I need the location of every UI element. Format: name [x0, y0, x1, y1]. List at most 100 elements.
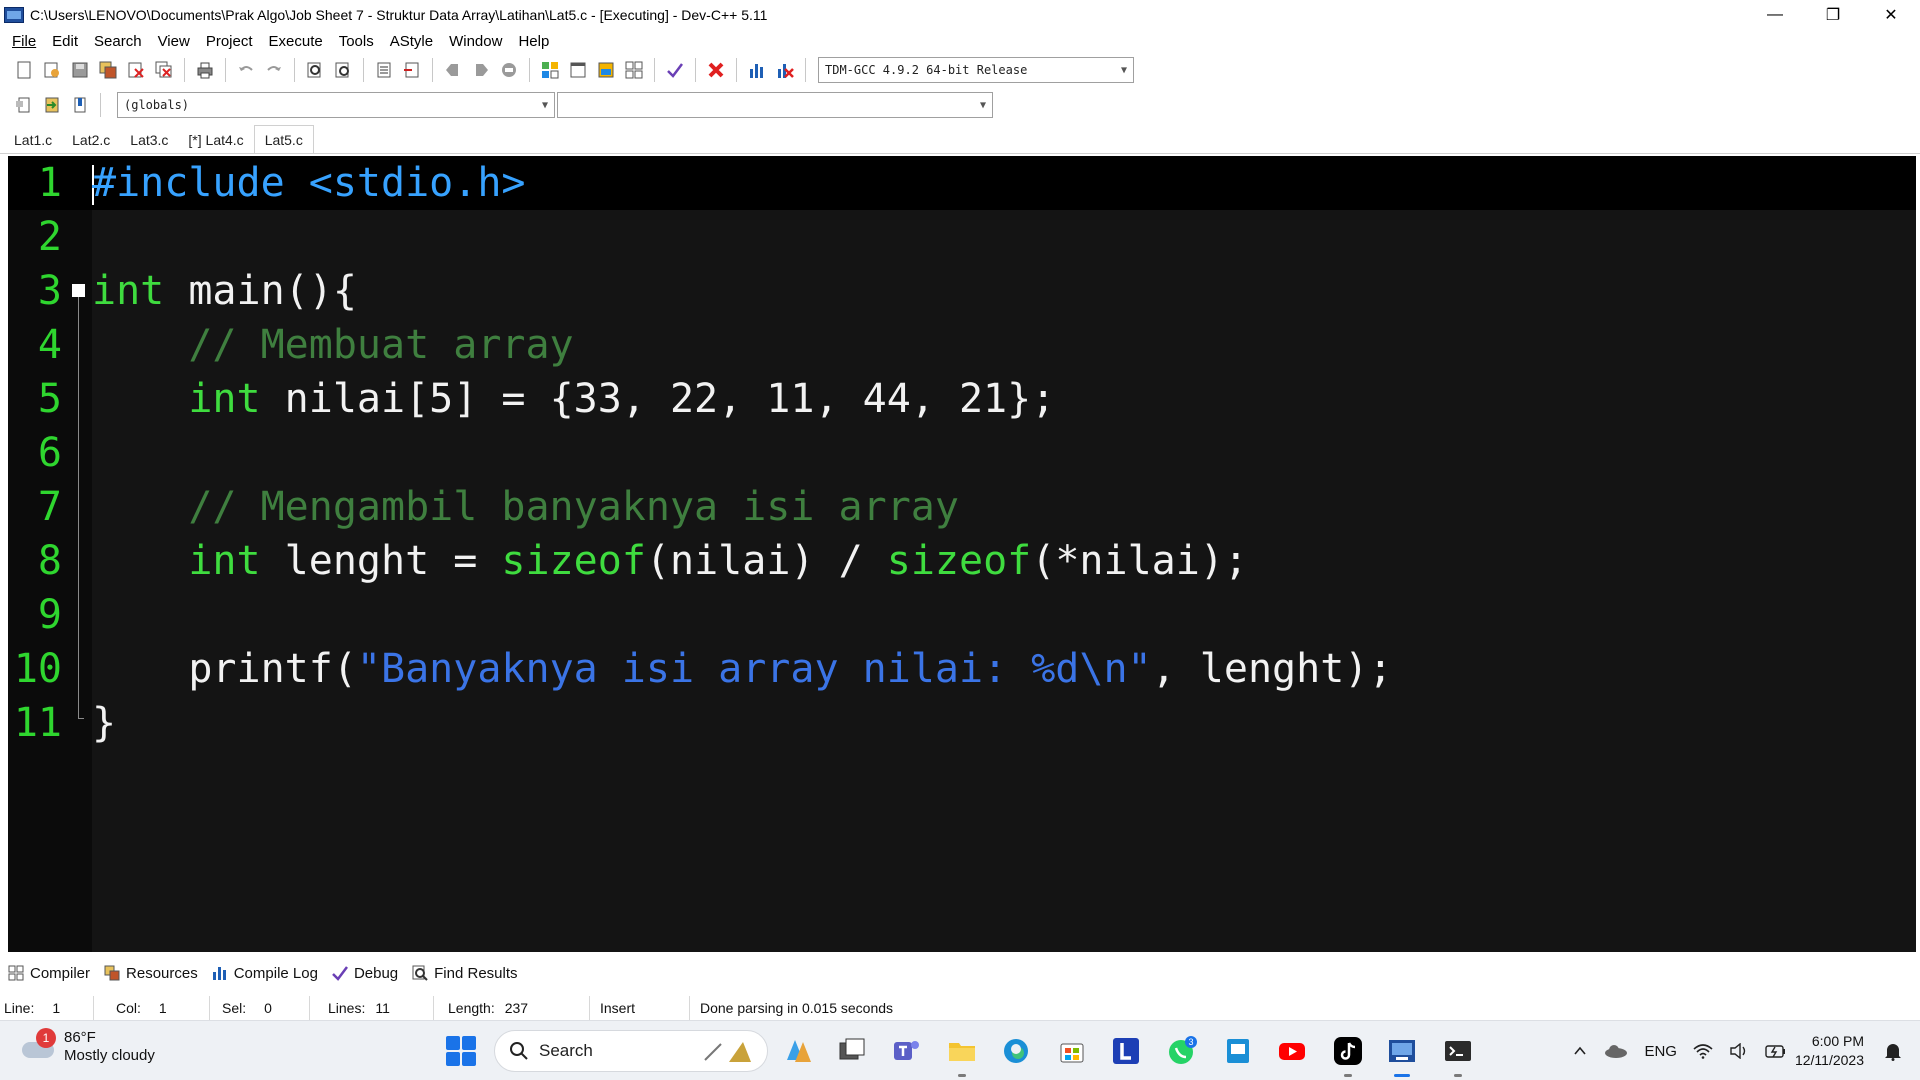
language-indicator[interactable]: ENG	[1644, 1043, 1677, 1060]
menu-astyle[interactable]: AStyle	[382, 33, 441, 50]
menu-edit[interactable]: Edit	[44, 33, 86, 50]
profile-button[interactable]	[745, 58, 769, 82]
tab-lat1[interactable]: Lat1.c	[4, 127, 62, 153]
tab-lat2[interactable]: Lat2.c	[62, 127, 120, 153]
toggle-comment-button[interactable]	[40, 93, 64, 117]
new-file-icon	[17, 61, 31, 79]
redo-button[interactable]	[262, 58, 286, 82]
code-line[interactable]: 5 int nilai[5] = {33, 22, 11, 44, 21};	[8, 372, 1916, 426]
toolbar-separator	[695, 58, 696, 82]
compiler-select[interactable]: TDM-GCC 4.9.2 64-bit Release ▼	[818, 57, 1134, 83]
bookmark-button[interactable]	[68, 93, 92, 117]
taskbar-clock[interactable]: 6:00 PM 12/11/2023	[1795, 1032, 1864, 1070]
code-line[interactable]: 9	[8, 588, 1916, 642]
save-all-button[interactable]	[96, 58, 120, 82]
bookmark-prev-button[interactable]	[441, 58, 465, 82]
find-button[interactable]	[303, 58, 327, 82]
tab-lat3[interactable]: Lat3.c	[120, 127, 178, 153]
start-button[interactable]	[446, 1036, 476, 1066]
tab-compile-log[interactable]: Compile Log	[212, 965, 318, 982]
minimize-button[interactable]: —	[1746, 0, 1804, 30]
taskbar-search[interactable]: Search	[494, 1030, 768, 1072]
code-line[interactable]: 4 // Membuat array	[8, 318, 1916, 372]
close-file-button[interactable]	[124, 58, 148, 82]
tab-find-results[interactable]: Find Results	[412, 965, 518, 982]
fold-toggle-icon[interactable]	[72, 284, 85, 297]
menu-search-label: Search	[94, 32, 142, 50]
replace-button[interactable]	[331, 58, 355, 82]
goto-line-button[interactable]	[497, 58, 521, 82]
code-line[interactable]: 7 // Mengambil banyaknya isi array	[8, 480, 1916, 534]
toolbar-layout-button[interactable]	[594, 58, 618, 82]
code-line[interactable]: 2	[8, 210, 1916, 264]
close-button[interactable]: ✕	[1862, 0, 1920, 30]
insert-button[interactable]	[12, 93, 36, 117]
taskbar-file-explorer[interactable]	[944, 1033, 980, 1077]
grid-icon	[542, 62, 559, 79]
taskbar-tiktok[interactable]	[1330, 1033, 1366, 1077]
menu-search[interactable]: Search	[86, 33, 150, 50]
notifications-button[interactable]	[1884, 1041, 1902, 1061]
tab-compiler[interactable]: Compiler	[8, 965, 90, 982]
taskbar-l-app[interactable]	[1108, 1033, 1144, 1069]
print-button[interactable]	[193, 58, 217, 82]
save-button[interactable]	[68, 58, 92, 82]
taskbar-teams[interactable]	[888, 1033, 924, 1069]
close-all-button[interactable]	[152, 58, 176, 82]
menu-file[interactable]: File	[4, 33, 44, 50]
insert-icon	[16, 97, 30, 113]
indent-button[interactable]	[372, 58, 396, 82]
taskbar-store[interactable]	[1054, 1033, 1090, 1069]
project-manager-button[interactable]	[538, 58, 562, 82]
code-line[interactable]: 1 #include <stdio.h>	[8, 156, 1916, 210]
battery-button[interactable]	[1765, 1043, 1787, 1059]
code-line[interactable]: 3 int main(){	[8, 264, 1916, 318]
code-token-txt: (nilai) /	[645, 538, 887, 584]
members-select[interactable]: ▼	[557, 92, 993, 118]
volume-button[interactable]	[1729, 1043, 1749, 1059]
menu-window[interactable]: Window	[441, 33, 510, 50]
menu-view[interactable]: View	[150, 33, 198, 50]
bookmark-next-button[interactable]	[469, 58, 493, 82]
grid-view-button[interactable]	[622, 58, 646, 82]
code-line[interactable]: 8 int lenght = sizeof(nilai) / sizeof(*n…	[8, 534, 1916, 588]
open-file-button[interactable]	[40, 58, 64, 82]
taskbar-devcpp[interactable]	[1384, 1033, 1420, 1077]
tab-lat5[interactable]: Lat5.c	[253, 125, 314, 153]
taskbar-search-label: Search	[539, 1041, 593, 1060]
fullscreen-button[interactable]	[566, 58, 590, 82]
tab-lat4[interactable]: [*] Lat4.c	[178, 127, 253, 153]
code-line[interactable]: 11}	[8, 696, 1916, 750]
tab-resources[interactable]: Resources	[104, 965, 198, 982]
weather-widget[interactable]: 1 86°F Mostly cloudy	[22, 1028, 155, 1065]
taskbar-task-view[interactable]	[834, 1033, 870, 1069]
menu-help[interactable]: Help	[510, 33, 557, 50]
taskbar-edge[interactable]	[998, 1033, 1034, 1069]
new-file-button[interactable]	[12, 58, 36, 82]
taskbar-whatsapp[interactable]: 3	[1164, 1033, 1200, 1069]
network-button[interactable]	[1693, 1043, 1713, 1059]
stop-execution-button[interactable]	[704, 58, 728, 82]
code-line[interactable]: 10 printf("Banyaknya isi array nilai: %d…	[8, 642, 1916, 696]
class-toolbar: (globals) ▼ ▼	[0, 88, 1920, 122]
code-line[interactable]: 6	[8, 426, 1916, 480]
maximize-button[interactable]: ❐	[1804, 0, 1862, 30]
check-syntax-button[interactable]	[663, 58, 687, 82]
taskbar-copilot[interactable]	[780, 1033, 816, 1069]
tab-debug[interactable]: Debug	[332, 965, 398, 982]
onedrive-cloud-icon	[1605, 1045, 1628, 1058]
taskbar-blue-app[interactable]	[1220, 1033, 1256, 1069]
onedrive-button[interactable]	[1604, 1043, 1628, 1059]
show-hidden-icons-button[interactable]	[1572, 1043, 1588, 1059]
menu-execute[interactable]: Execute	[261, 33, 331, 50]
delete-profile-button[interactable]	[773, 58, 797, 82]
code-editor[interactable]: 1 #include <stdio.h> 2 3 int main(){4 // Mem…	[8, 156, 1916, 952]
unindent-button[interactable]	[400, 58, 424, 82]
undo-button[interactable]	[234, 58, 258, 82]
close-all-icon	[155, 61, 172, 78]
menu-project[interactable]: Project	[198, 33, 261, 50]
scope-select[interactable]: (globals) ▼	[117, 92, 555, 118]
menu-tools[interactable]: Tools	[331, 33, 382, 50]
taskbar-youtube[interactable]	[1274, 1033, 1310, 1069]
taskbar-terminal[interactable]	[1440, 1033, 1476, 1077]
